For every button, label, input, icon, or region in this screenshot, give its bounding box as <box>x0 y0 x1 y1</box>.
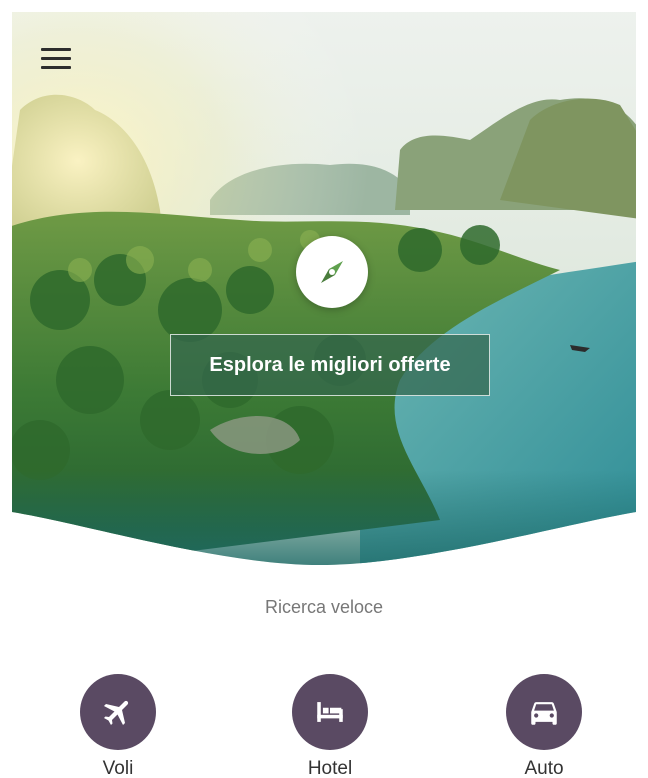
app-screen: Esplora le migliori offerte Ricerca velo… <box>0 0 648 778</box>
explore-offers-button[interactable]: Esplora le migliori offerte <box>170 334 490 396</box>
airplane-icon <box>80 674 156 750</box>
hero-banner: Esplora le migliori offerte <box>0 0 648 575</box>
quick-search-title: Ricerca veloce <box>264 597 384 617</box>
compass-icon[interactable] <box>296 236 368 308</box>
quick-search-car-button[interactable]: Auto <box>484 674 604 778</box>
bed-icon <box>292 674 368 750</box>
flights-label: Voli <box>102 758 134 778</box>
car-icon <box>506 674 582 750</box>
quick-search-hotel-button[interactable]: Hotel <box>270 674 390 778</box>
compass-needle <box>321 261 343 283</box>
hotel-label: Hotel <box>307 758 353 778</box>
quick-search-flights-button[interactable]: Voli <box>58 674 178 778</box>
hamburger-menu-icon[interactable] <box>34 40 78 76</box>
car-label: Auto <box>524 758 564 778</box>
